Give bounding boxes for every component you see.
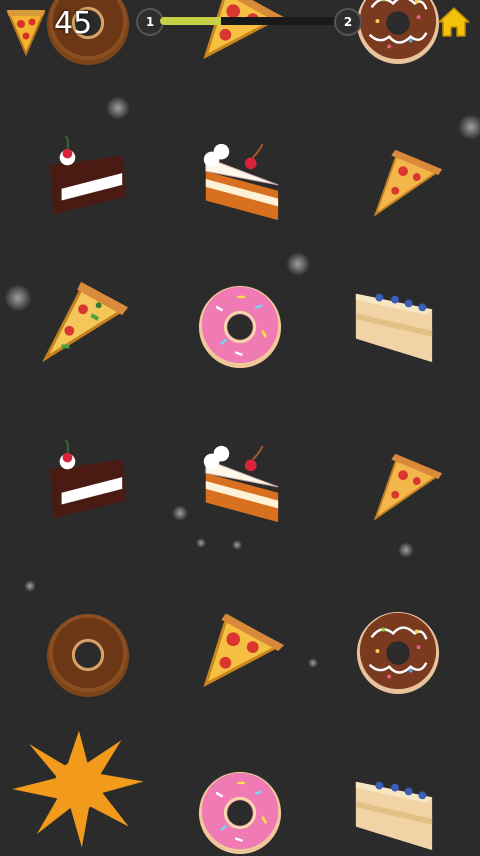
home-icon [438,7,470,37]
level-progress-fill [160,17,222,25]
sparkle [196,538,206,548]
sparkle [4,284,32,312]
sparkle [232,540,242,550]
level-progress-bar [160,17,346,25]
sparkle [458,114,480,140]
sparkle [106,96,130,120]
grid-cell[interactable] [198,606,286,694]
grid-cell[interactable] [196,136,284,224]
pizza-icon [6,10,46,56]
grid-cell[interactable] [44,136,132,224]
grid-cell[interactable] [362,136,450,224]
splat-effect [4,712,154,853]
grid-cell[interactable] [350,768,438,856]
sparkle [308,658,318,668]
grid-cell[interactable] [44,440,132,528]
level-next-badge: 2 [334,8,362,36]
score-value: 45 [54,6,93,41]
sparkle [398,542,414,558]
hud-bar: 45 1 2 [0,0,480,60]
grid-cell[interactable] [362,440,450,528]
grid-cell[interactable] [350,280,438,368]
home-button[interactable] [436,4,472,40]
grid-cell[interactable] [44,610,132,698]
sparkle [286,252,310,276]
grid-cell[interactable] [40,276,128,364]
grid-cell[interactable] [196,768,284,856]
grid-cell[interactable] [196,282,284,370]
sparkle [172,505,188,521]
grid-cell[interactable] [354,608,442,696]
grid-cell[interactable] [196,438,284,526]
sparkle [24,580,36,592]
